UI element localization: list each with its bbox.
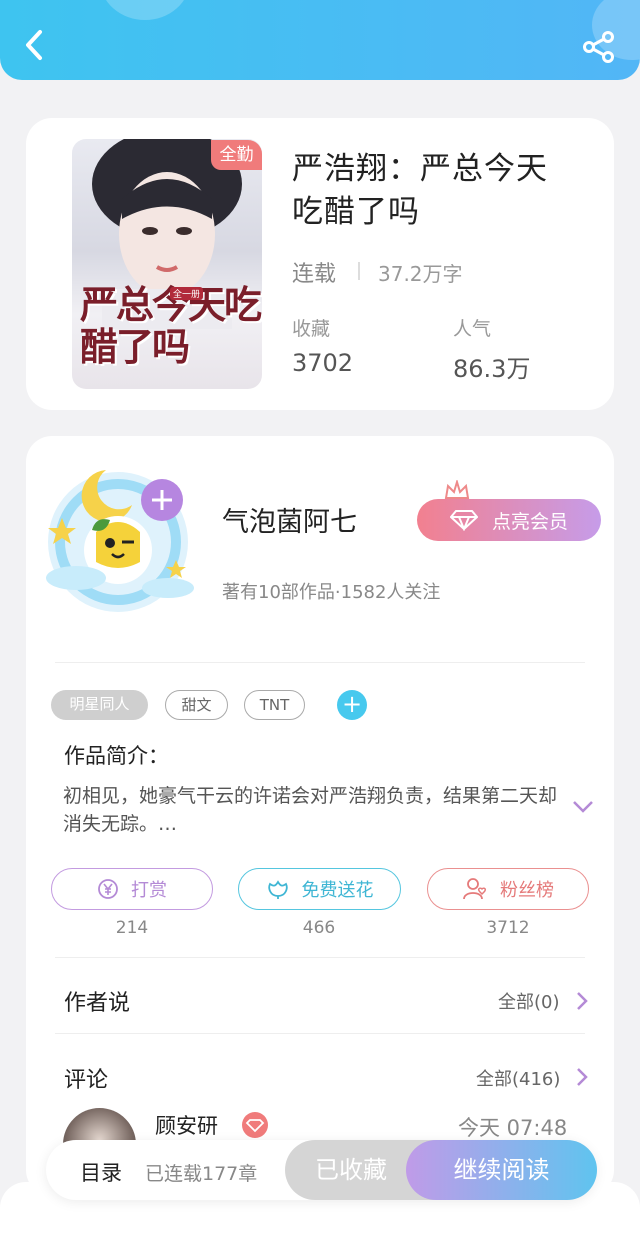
divider xyxy=(358,262,360,280)
book-cover[interactable]: 严总今天吃醋了吗 全一册 xyxy=(72,139,262,389)
cover-subtitle: 全一册 xyxy=(170,287,204,300)
chevron-right-icon[interactable] xyxy=(576,1067,588,1087)
divider xyxy=(55,1033,585,1034)
tip-button-label: 打赏 xyxy=(131,880,167,901)
tip-count: 214 xyxy=(115,918,149,938)
tag-chip[interactable]: 甜文 xyxy=(165,690,228,720)
author-info: 著有10部作品·1582人关注 xyxy=(222,582,441,603)
fans-icon xyxy=(463,878,486,900)
popularity-value: 86.3万 xyxy=(453,355,531,383)
fans-ranking-button[interactable]: 粉丝榜 xyxy=(427,868,589,910)
share-icon[interactable] xyxy=(582,30,616,64)
yuan-icon xyxy=(98,879,118,899)
author-says-label: 作者说 xyxy=(64,991,131,1016)
favorites-value: 3702 xyxy=(292,349,354,377)
send-flower-label: 免费送花 xyxy=(301,880,374,901)
chevron-left-icon[interactable] xyxy=(22,28,48,62)
chevron-down-icon[interactable] xyxy=(572,800,594,814)
author-says-all-link[interactable]: 全部(0) xyxy=(498,988,560,1014)
fans-ranking-label: 粉丝榜 xyxy=(500,880,554,901)
divider xyxy=(55,662,585,663)
vip-button-label: 点亮会员 xyxy=(491,510,568,533)
favorites-label: 收藏 xyxy=(292,318,331,340)
comment-time: 今天 07:48 xyxy=(458,1116,568,1140)
synopsis-text: 初相见，她豪气干云的许诺会对严浩翔负责，结果第二天却消失无踪。… xyxy=(63,785,558,835)
continue-reading-button[interactable]: 继续阅读 xyxy=(406,1140,597,1200)
popularity-label: 人气 xyxy=(453,318,492,340)
tip-button[interactable]: 打赏 xyxy=(51,868,213,910)
crown-icon xyxy=(444,480,470,499)
author-avatar[interactable] xyxy=(36,450,201,620)
vip-button[interactable]: 点亮会员 xyxy=(417,499,601,541)
commenter-name[interactable]: 顾安研 xyxy=(155,1110,218,1140)
diamond-icon xyxy=(449,510,478,531)
flower-icon xyxy=(267,880,288,899)
book-title-line2: 吃醋了吗 xyxy=(292,194,420,230)
synopsis-label: 作品简介： xyxy=(64,744,169,768)
chapter-count: 已连载177章 xyxy=(145,1163,258,1185)
serial-status: 连载 xyxy=(292,262,337,287)
send-flower-button[interactable]: 免费送花 xyxy=(238,868,401,910)
tag-chip[interactable]: 明星同人 xyxy=(51,690,148,720)
divider xyxy=(55,957,585,958)
comments-all-link[interactable]: 全部(416) xyxy=(476,1065,560,1091)
top-header xyxy=(0,0,640,80)
word-count: 37.2万字 xyxy=(378,262,463,286)
fans-count: 3712 xyxy=(486,918,530,938)
full-attendance-badge: 全勤 xyxy=(211,140,262,170)
chevron-right-icon[interactable] xyxy=(576,991,588,1011)
diamond-icon xyxy=(245,1119,265,1133)
header-decoration xyxy=(100,0,190,20)
book-title: 严浩翔：严总今天 吃醋了吗 xyxy=(292,148,572,234)
tag-chip[interactable]: TNT xyxy=(244,690,305,720)
author-name[interactable]: 气泡菌阿七 xyxy=(222,500,357,539)
flower-count: 466 xyxy=(302,918,336,938)
add-tag-button[interactable]: + xyxy=(337,690,367,720)
vip-badge xyxy=(242,1112,268,1138)
directory-button[interactable]: 目录 xyxy=(80,1157,122,1187)
book-title-line1: 严浩翔：严总今天 xyxy=(292,151,548,187)
comments-label: 评论 xyxy=(64,1068,109,1093)
